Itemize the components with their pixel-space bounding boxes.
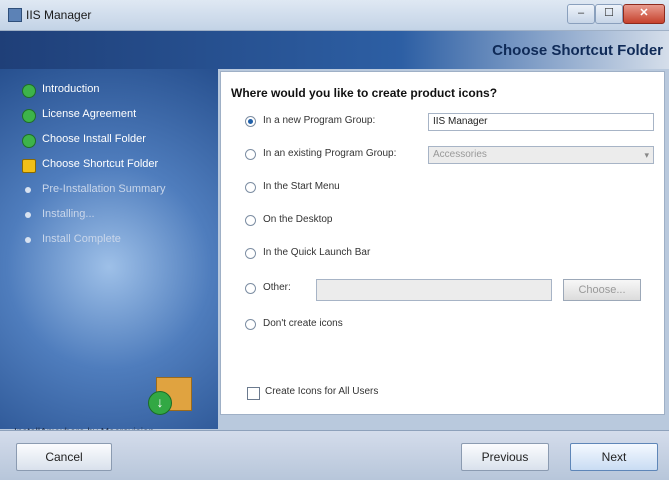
selected-value: Accessories [433,149,487,160]
step-label: Installing... [42,208,95,220]
step-status-icon [22,84,36,98]
step-item: Installing... [22,206,212,231]
previous-button[interactable]: Previous [461,443,549,471]
step-item: License Agreement [22,106,212,131]
installer-window: IIS Manager – ☐ ✕ Choose Shortcut Folder… [0,0,669,480]
radio-button[interactable] [245,248,256,259]
step-item: Choose Shortcut Folder [22,156,212,181]
new-program-group-input[interactable]: IIS Manager [428,113,654,131]
step-status-icon [22,159,36,173]
steps-list: Introduction License Agreement Choose In… [22,81,212,256]
installer-package-icon: ↓ [148,369,192,415]
step-label: License Agreement [42,108,137,120]
title-bar[interactable]: IIS Manager – ☐ ✕ [0,0,669,31]
option-label: On the Desktop [263,214,333,225]
maximize-button[interactable]: ☐ [595,4,623,24]
page-title: Choose Shortcut Folder [492,42,663,59]
question-heading: Where would you like to create product i… [231,86,498,100]
step-status-icon [22,109,36,123]
option-label: In a new Program Group: [263,115,376,126]
option-label: Don't create icons [263,318,343,329]
radio-button[interactable] [245,319,256,330]
option-label: Other: [263,282,291,293]
radio-button[interactable] [245,283,256,294]
step-item: Install Complete [22,231,212,256]
step-item: Pre-Installation Summary [22,181,212,206]
close-button[interactable]: ✕ [623,4,665,24]
steps-sidebar: Introduction License Agreement Choose In… [0,69,218,429]
cancel-button[interactable]: Cancel [16,443,112,471]
radio-button[interactable] [245,215,256,226]
window-title: IIS Manager [26,8,92,22]
option-label: In the Start Menu [263,181,340,192]
step-status-icon [25,187,31,193]
step-label: Choose Shortcut Folder [42,158,159,170]
all-users-label: Create Icons for All Users [265,386,379,397]
minimize-button[interactable]: – [567,4,595,24]
radio-button[interactable] [245,182,256,193]
radio-button[interactable] [245,149,256,160]
radio-button[interactable] [245,116,256,127]
step-label: Pre-Installation Summary [42,183,166,195]
other-path-input[interactable] [316,279,552,301]
choose-button[interactable]: Choose... [563,279,641,301]
step-item: Introduction [22,81,212,106]
option-label: In an existing Program Group: [263,148,397,159]
step-label: Introduction [42,83,100,95]
option-label: In the Quick Launch Bar [263,247,371,258]
chevron-down-icon: ▾ [644,150,649,160]
step-label: Choose Install Folder [42,133,146,145]
download-arrow-icon: ↓ [148,391,172,415]
options-panel: Where would you like to create product i… [220,71,665,415]
step-status-icon [22,134,36,148]
app-icon [8,8,22,22]
step-status-icon [25,237,31,243]
all-users-checkbox[interactable] [247,387,260,400]
next-button[interactable]: Next [570,443,658,471]
step-label: Install Complete [42,233,121,245]
step-item: Choose Install Folder [22,131,212,156]
existing-program-group-select[interactable]: Accessories ▾ [428,146,654,164]
step-status-icon [25,212,31,218]
